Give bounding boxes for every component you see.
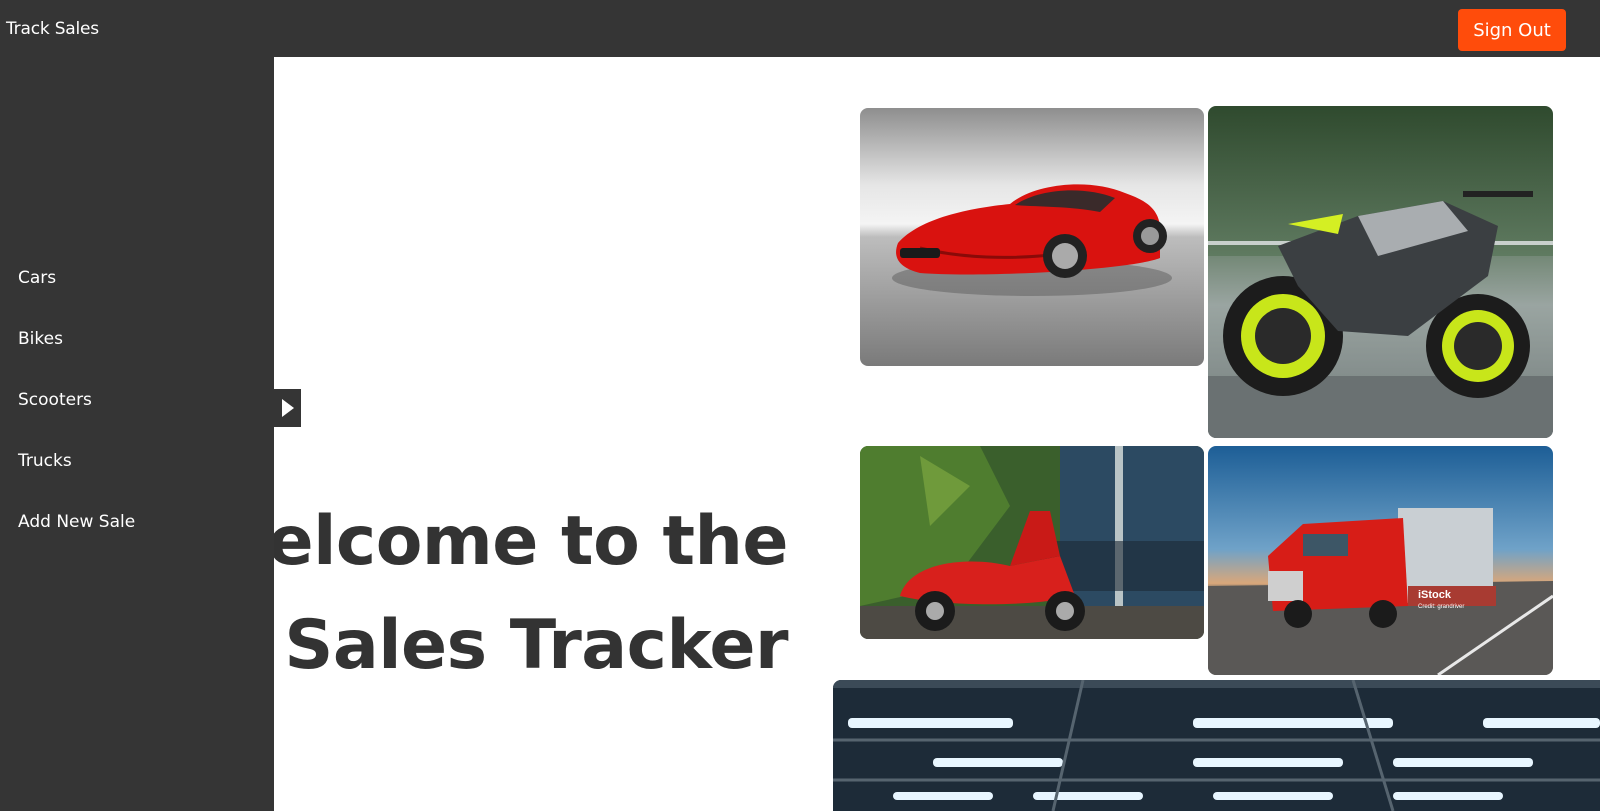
hero-line-1: Welcome to the [274,502,788,581]
photo-credit: Credit: grandriver [1418,604,1464,610]
red-scooter-image [860,446,1204,639]
motorcycle-image [1208,106,1553,438]
app-title[interactable]: Track Sales [6,19,99,39]
red-truck-image: iStock Credit: grandriver [1208,446,1553,675]
sidebar-item-cars[interactable]: Cars [18,268,56,288]
sidebar-item-bikes[interactable]: Bikes [18,329,63,349]
hero-line-2: Vehicle Sales Tracker [274,606,788,685]
chevron-right-icon [282,399,294,417]
sidebar-item-add-new-sale[interactable]: Add New Sale [18,512,135,532]
top-navbar: Track Sales Sign Out [0,0,1600,57]
hero-heading: Welcome to the Vehicle Sales Tracker [274,490,834,700]
sidebar-item-trucks[interactable]: Trucks [18,451,72,471]
sign-out-button[interactable]: Sign Out [1458,9,1566,51]
sidebar-toggle-button[interactable] [274,389,301,427]
istock-watermark: iStock [1418,589,1452,601]
sidebar: Cars Bikes Scooters Trucks Add New Sale [0,57,274,811]
sidebar-item-scooters[interactable]: Scooters [18,390,92,410]
red-sports-car-image [860,108,1204,366]
garage-lights-image [833,680,1600,811]
